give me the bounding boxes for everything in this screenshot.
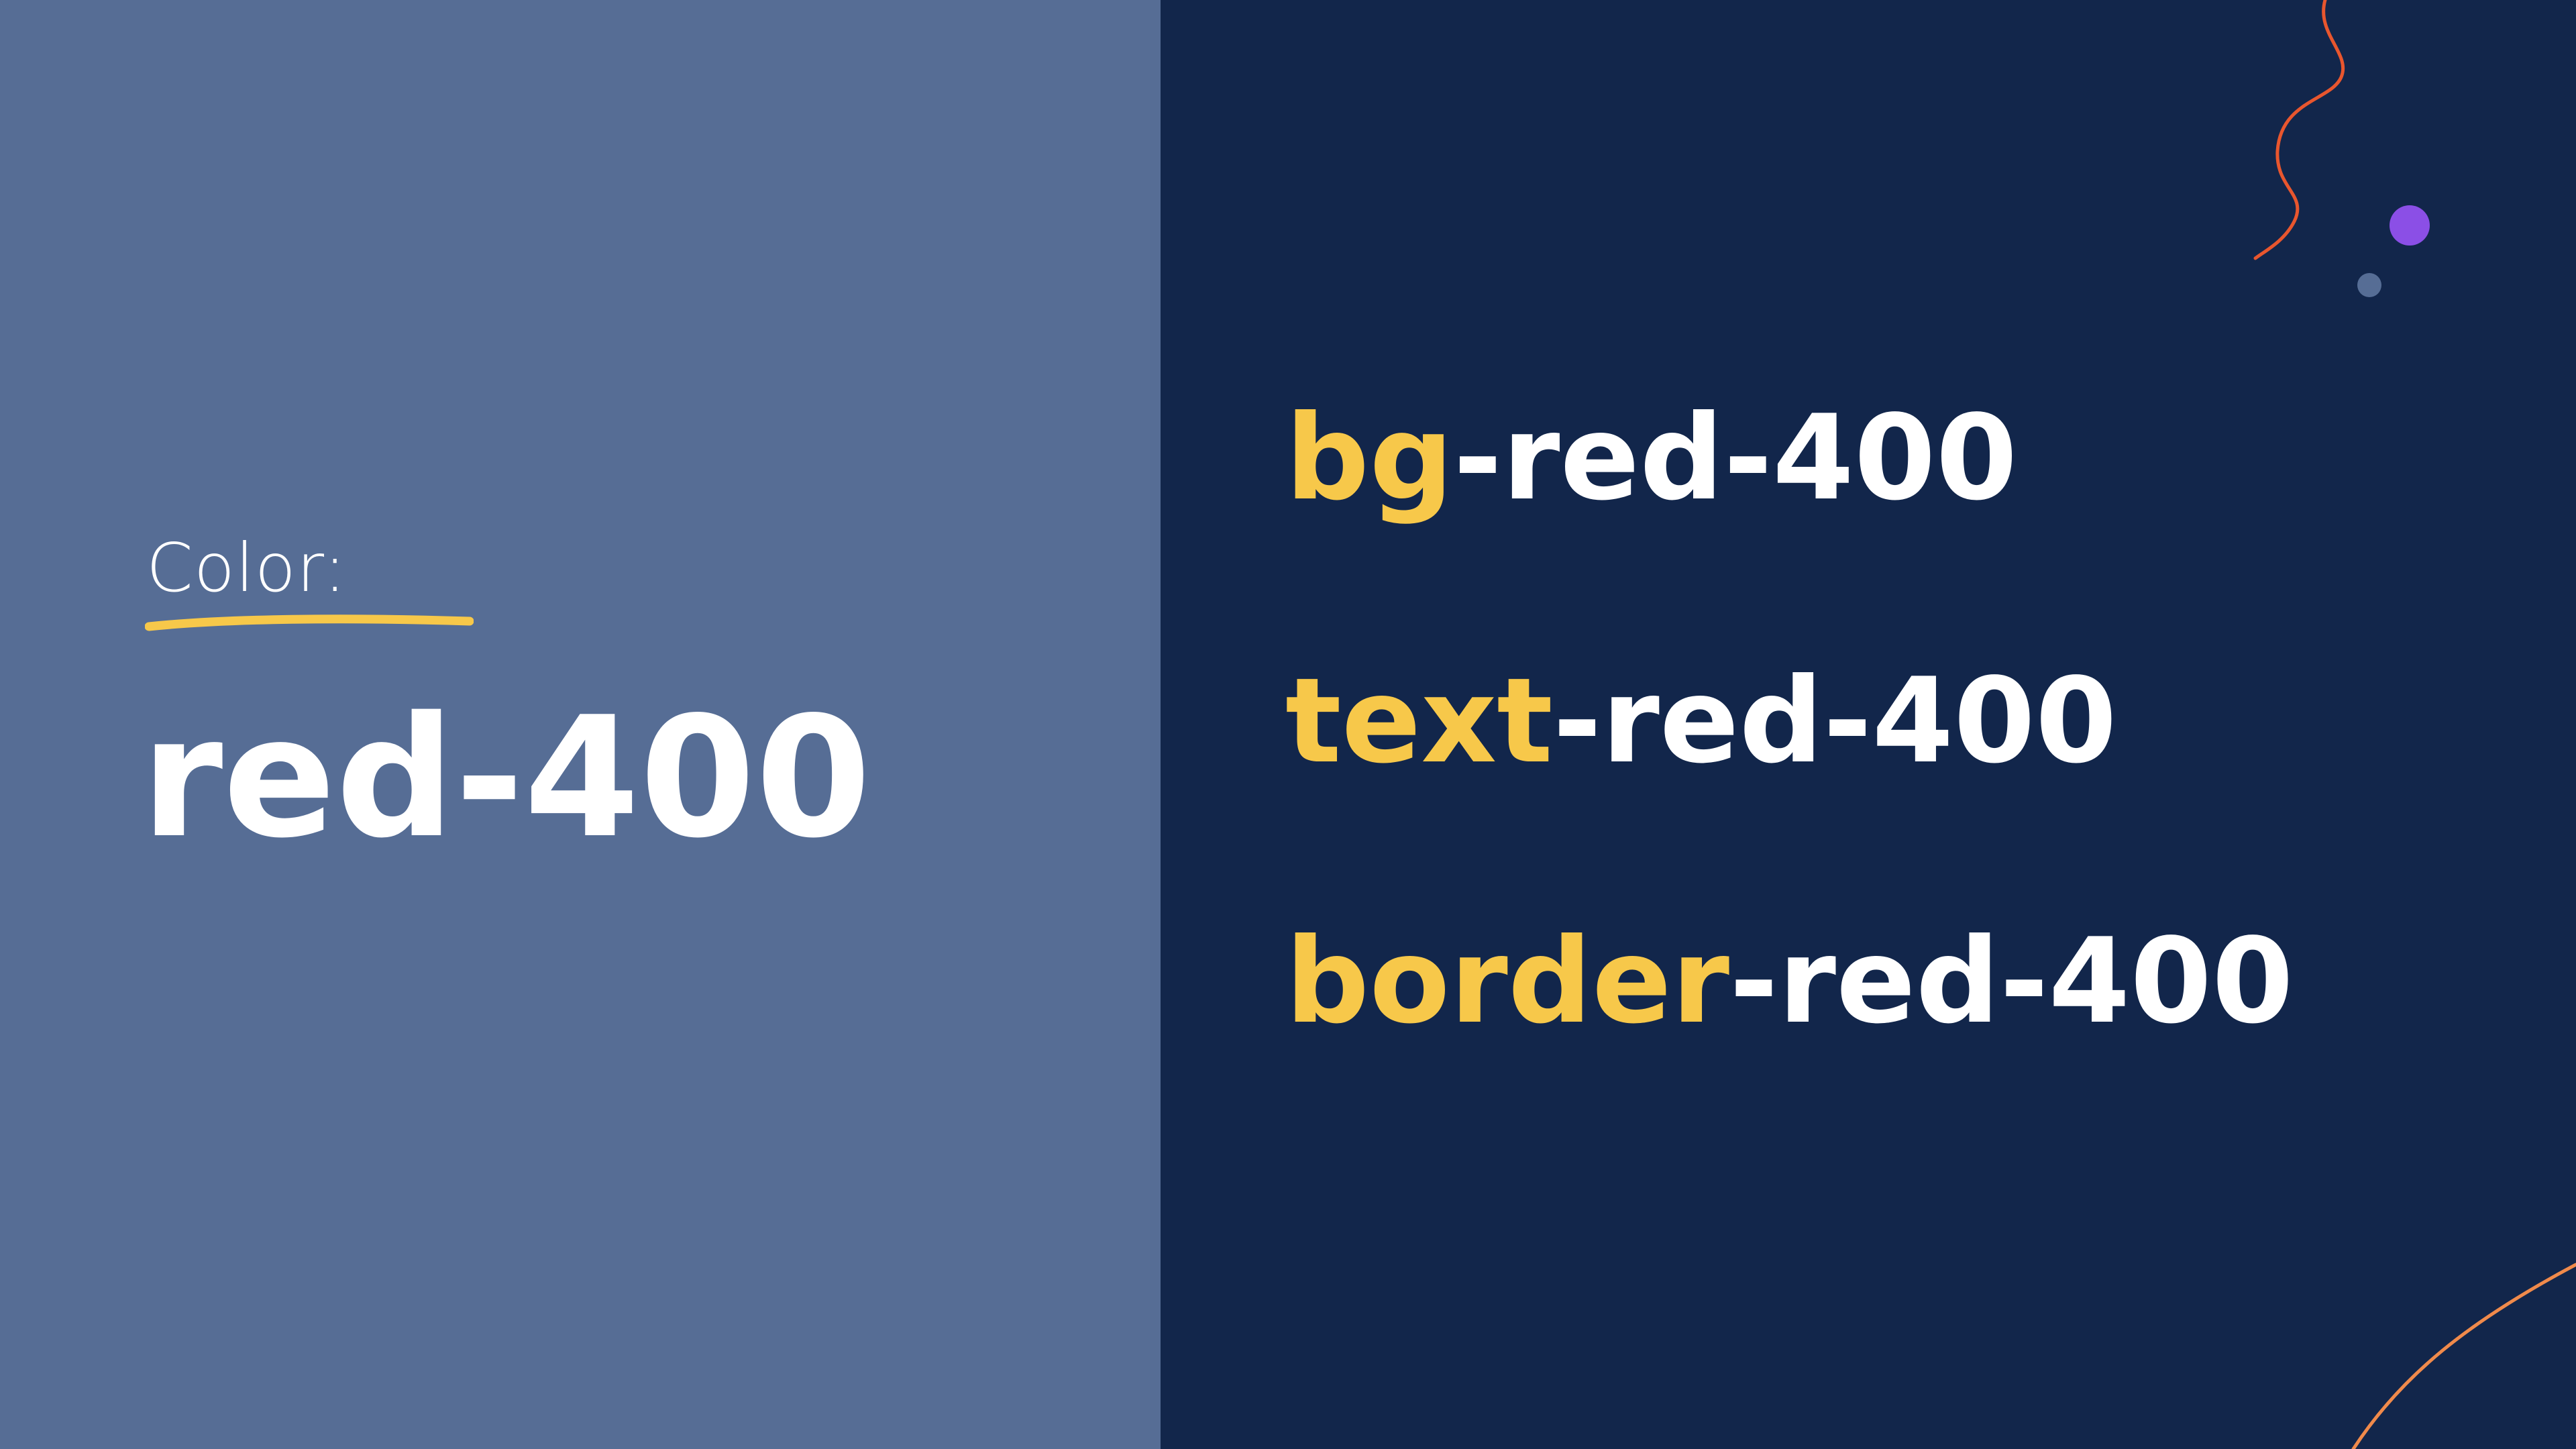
class-suffix: -red-400 <box>1453 390 2018 527</box>
color-label: Color: <box>146 529 347 607</box>
class-suffix: -red-400 <box>1729 914 2294 1050</box>
slate-dot <box>2357 273 2381 297</box>
yellow-underline <box>145 614 474 631</box>
class-prefix: bg <box>1285 390 1454 527</box>
orange-squiggle <box>2253 0 2345 260</box>
orange-curve <box>2351 1263 2576 1449</box>
class-prefix: text <box>1285 653 1553 790</box>
class-border-red-400: border-red-400 <box>1285 908 2294 1056</box>
class-bg-red-400: bg-red-400 <box>1285 385 2017 533</box>
class-prefix: border <box>1285 914 1730 1050</box>
class-text-red-400: text-red-400 <box>1285 648 2117 796</box>
class-suffix: -red-400 <box>1552 653 2117 790</box>
color-name: red-400 <box>141 682 871 875</box>
purple-dot <box>2390 205 2430 246</box>
